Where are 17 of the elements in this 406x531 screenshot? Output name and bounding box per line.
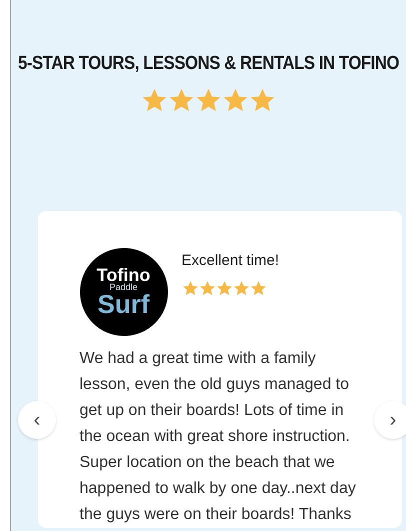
review-text: We had a great time with a family lesson, even the old guys managed to get up on their boards! Lots of time in the ocean with great shore instruction. Super location on the beach that we happened to walk by one day..next day the guys were on their boards! Thanks: [80, 348, 357, 524]
star-icon: [198, 280, 216, 297]
star-icon: [182, 280, 198, 297]
section-heading: 5-STAR TOURS, LESSONS & RENTALS IN TOFINO: [18, 52, 400, 76]
star-icon: [168, 86, 195, 114]
review-title: Excellent time!: [182, 250, 280, 270]
star-icon: [249, 86, 276, 114]
logo-text: Surf: [98, 291, 150, 317]
logo-text: Paddle: [109, 283, 138, 292]
star-icon: [222, 86, 249, 114]
previous-button[interactable]: ‹: [18, 401, 56, 439]
logo-text: Tofino: [96, 266, 150, 284]
star-icon: [195, 86, 222, 114]
star-icon: [232, 280, 250, 297]
star-icon: [141, 86, 168, 114]
star-icon: [250, 280, 266, 297]
star-icon: [216, 280, 232, 297]
